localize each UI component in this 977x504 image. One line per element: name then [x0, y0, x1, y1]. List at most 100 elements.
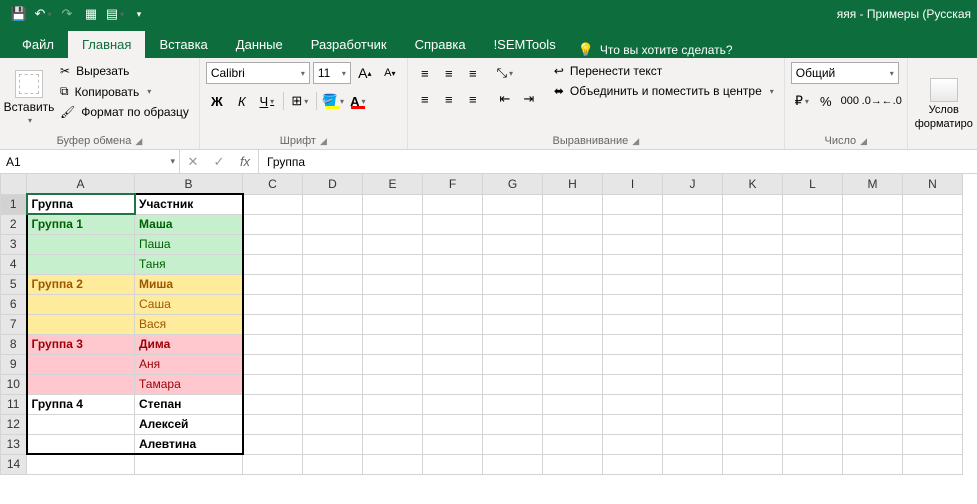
cell[interactable]	[27, 434, 135, 454]
cell[interactable]	[903, 454, 963, 474]
cell[interactable]	[723, 254, 783, 274]
cell[interactable]	[783, 194, 843, 214]
align-top-button[interactable]: ≡	[414, 62, 436, 84]
cell[interactable]: Миша	[135, 274, 243, 294]
column-header[interactable]: H	[543, 174, 603, 194]
cell[interactable]	[783, 214, 843, 234]
cell[interactable]	[783, 234, 843, 254]
cell[interactable]	[783, 434, 843, 454]
cell[interactable]: Группа 1	[27, 214, 135, 234]
tab-home[interactable]: Главная	[68, 31, 145, 58]
row-header[interactable]: 11	[1, 394, 27, 414]
cell[interactable]	[843, 234, 903, 254]
percent-button[interactable]: %	[815, 90, 837, 112]
cell[interactable]	[27, 414, 135, 434]
cell[interactable]	[723, 194, 783, 214]
cell[interactable]	[543, 314, 603, 334]
cell[interactable]	[543, 234, 603, 254]
column-header[interactable]: N	[903, 174, 963, 194]
cell[interactable]: Участник	[135, 194, 243, 214]
cell[interactable]	[243, 234, 303, 254]
cell[interactable]	[663, 294, 723, 314]
cell[interactable]	[423, 454, 483, 474]
cell[interactable]	[603, 354, 663, 374]
cell[interactable]: Аня	[135, 354, 243, 374]
cell[interactable]	[603, 454, 663, 474]
cell[interactable]	[303, 314, 363, 334]
cell[interactable]	[723, 214, 783, 234]
cell[interactable]	[483, 454, 543, 474]
enter-icon[interactable]: ✓	[206, 154, 232, 170]
align-middle-button[interactable]: ≡	[438, 62, 460, 84]
cell[interactable]	[423, 374, 483, 394]
cell[interactable]	[363, 314, 423, 334]
underline-button[interactable]: Ч▾	[256, 90, 278, 112]
cell[interactable]	[843, 214, 903, 234]
cell[interactable]	[603, 394, 663, 414]
cell[interactable]	[303, 294, 363, 314]
cell[interactable]	[783, 274, 843, 294]
cell[interactable]	[843, 374, 903, 394]
save-icon[interactable]: 💾	[8, 3, 30, 25]
cell[interactable]	[603, 214, 663, 234]
cell[interactable]	[603, 294, 663, 314]
cell[interactable]	[603, 434, 663, 454]
row-header[interactable]: 6	[1, 294, 27, 314]
cell[interactable]	[663, 334, 723, 354]
cell[interactable]	[903, 294, 963, 314]
font-color-button[interactable]: A▾	[347, 90, 369, 112]
cell[interactable]	[243, 194, 303, 214]
cell[interactable]	[243, 394, 303, 414]
cell[interactable]	[543, 294, 603, 314]
font-name-combo[interactable]: Calibri▾	[206, 62, 310, 84]
font-size-combo[interactable]: 11▾	[313, 62, 351, 84]
accounting-format-button[interactable]: ₽▾	[791, 90, 813, 112]
cell[interactable]	[423, 234, 483, 254]
align-left-button[interactable]: ≡	[414, 88, 436, 110]
cell[interactable]	[903, 274, 963, 294]
cell[interactable]	[663, 234, 723, 254]
cell[interactable]	[363, 234, 423, 254]
borders-button[interactable]: ⊞▾	[289, 90, 311, 112]
cell[interactable]	[243, 454, 303, 474]
column-header[interactable]: J	[663, 174, 723, 194]
column-header[interactable]: A	[27, 174, 135, 194]
cell[interactable]	[483, 234, 543, 254]
cell[interactable]	[603, 234, 663, 254]
cell[interactable]	[243, 274, 303, 294]
cell[interactable]	[243, 254, 303, 274]
cell[interactable]	[303, 274, 363, 294]
tell-me[interactable]: 💡 Что вы хотите сделать?	[578, 42, 733, 58]
row-header[interactable]: 3	[1, 234, 27, 254]
cell[interactable]	[483, 274, 543, 294]
cell[interactable]: Группа 2	[27, 274, 135, 294]
cell[interactable]	[423, 394, 483, 414]
cell[interactable]	[363, 454, 423, 474]
cell[interactable]	[903, 214, 963, 234]
cell[interactable]	[723, 234, 783, 254]
cell[interactable]	[303, 334, 363, 354]
cell[interactable]	[663, 374, 723, 394]
row-header[interactable]: 5	[1, 274, 27, 294]
cell[interactable]	[903, 334, 963, 354]
cell[interactable]	[903, 194, 963, 214]
cell[interactable]	[783, 454, 843, 474]
merge-center-button[interactable]: ⬌ Объединить и поместить в центре ▾	[550, 82, 778, 100]
cell[interactable]	[243, 294, 303, 314]
cell[interactable]	[303, 214, 363, 234]
redo-icon[interactable]: ↷	[56, 3, 78, 25]
column-header[interactable]: L	[783, 174, 843, 194]
cell[interactable]	[723, 414, 783, 434]
cell[interactable]	[363, 214, 423, 234]
cell[interactable]	[303, 454, 363, 474]
cell[interactable]	[843, 414, 903, 434]
cell[interactable]	[723, 454, 783, 474]
cell[interactable]	[363, 274, 423, 294]
cell[interactable]	[843, 334, 903, 354]
cell[interactable]	[423, 274, 483, 294]
fill-color-button[interactable]: 🪣▾	[322, 90, 344, 112]
cell[interactable]	[663, 214, 723, 234]
chevron-down-icon[interactable]: ▾	[170, 156, 175, 167]
orientation-button[interactable]: ⤡▾	[494, 62, 516, 84]
conditional-formatting-button[interactable]: Услов форматиро	[914, 62, 974, 145]
